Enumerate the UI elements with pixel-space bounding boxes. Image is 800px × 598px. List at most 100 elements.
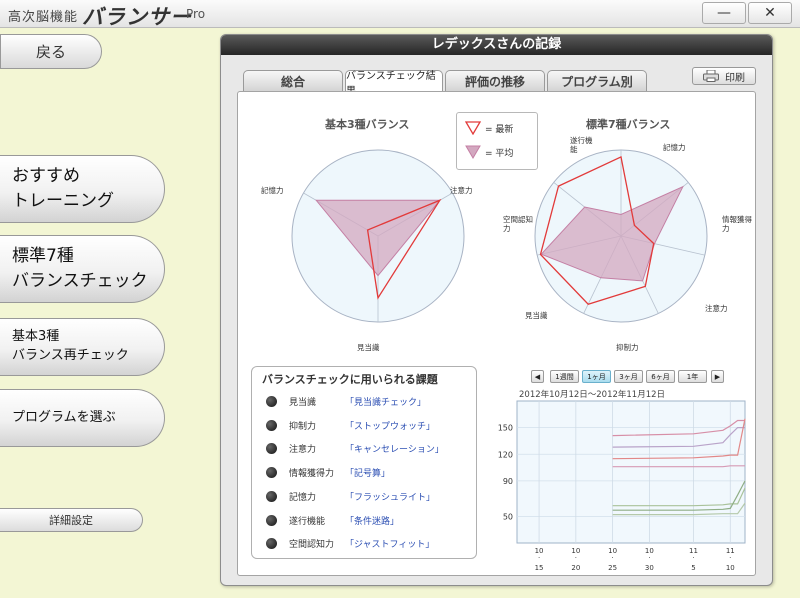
trend-line-chart: 1501209050 10·1510·2010·2510·3011·511·10 (498, 400, 746, 572)
print-label: 印刷 (725, 72, 745, 84)
task-status-icon (266, 419, 277, 431)
standard7-axis-label: 注意力 (705, 304, 728, 313)
record-panel: レデックスさんの記録 総合 バランスチェック結果 評価の推移 プログラム別 印刷… (220, 34, 773, 586)
task-status-icon (266, 490, 277, 502)
task-game-link[interactable]: 「キャンセレーション」 (345, 442, 444, 455)
minimize-button[interactable]: — (702, 2, 746, 24)
standard7-axis-label: 遂行機能 (570, 136, 593, 155)
tab-evaluation-trend[interactable]: 評価の推移 (445, 70, 545, 91)
basic3-radar-chart (291, 149, 465, 323)
range-prev-button[interactable]: ◀ (531, 370, 544, 383)
task-name: 見当識 (289, 397, 317, 408)
nav-item-label: プログラムを選ぶ (12, 409, 116, 425)
tab-bar: 総合 バランスチェック結果 評価の推移 プログラム別 (243, 70, 647, 97)
detail-settings-button[interactable]: 詳細設定 (0, 508, 143, 532)
task-game-link[interactable]: 「見当識チェック」 (345, 395, 426, 408)
task-game-link[interactable]: 「フラッシュライト」 (345, 490, 435, 503)
legend-latest: = 最新 (465, 121, 513, 135)
tasks-title: バランスチェックに用いられる課題 (262, 373, 438, 386)
x-tick-dot: · (692, 554, 694, 562)
app-brand: バランサー (82, 5, 192, 29)
standard7-axis-label: 抑制力 (616, 343, 639, 352)
radar-legend: = 最新 = 平均 (456, 112, 538, 170)
x-tick-day: 5 (691, 564, 695, 572)
basic3-chart-title: 基本3種バランス (325, 118, 410, 131)
task-name: 空間認知力 (289, 539, 335, 550)
nav-item-label: 基本3種 バランス再チェック (12, 329, 129, 363)
y-tick-label: 120 (498, 450, 513, 459)
range-button-6months[interactable]: 6ヶ月 (646, 370, 675, 383)
task-status-icon (266, 537, 277, 549)
nav-basic-3-balance-recheck[interactable]: 基本3種 バランス再チェック (0, 318, 165, 376)
standard7-axis-label: 記憶力 (663, 143, 686, 152)
standard7-radar-chart (534, 149, 708, 323)
x-tick-dot: · (538, 554, 540, 562)
range-button-3months[interactable]: 3ヶ月 (614, 370, 643, 383)
x-tick-dot: · (611, 554, 613, 562)
nav-choose-program[interactable]: プログラムを選ぶ (0, 389, 165, 447)
task-status-icon (266, 442, 277, 454)
tasks-box: バランスチェックに用いられる課題 見当識 「見当識チェック」 抑制力 「ストップウォ… (251, 366, 477, 559)
standard7-chart-title: 標準7種バランス (586, 118, 671, 131)
task-game-link[interactable]: 「ストップウォッチ」 (345, 419, 435, 432)
close-button[interactable]: ✕ (748, 2, 792, 24)
task-row: 情報獲得力 「記号算」 (266, 465, 390, 479)
title-bar: 高次脳機能 バランサー Pro — ✕ (0, 0, 800, 29)
range-next-button[interactable]: ▶ (711, 370, 724, 383)
nav-recommended-training[interactable]: おすすめ トレーニング (0, 155, 165, 223)
task-row: 空間認知力 「ジャストフィット」 (266, 536, 434, 550)
x-tick-dot: · (575, 554, 577, 562)
printer-icon (703, 70, 719, 82)
plot-area (516, 400, 746, 544)
task-status-icon (266, 514, 277, 526)
basic3-axis-label: 見当識 (357, 343, 380, 352)
tab-summary[interactable]: 総合 (243, 70, 343, 91)
task-name: 抑制力 (289, 421, 317, 432)
app-title: 高次脳機能 (8, 10, 79, 25)
tab-balance-check-results[interactable]: バランスチェック結果 (345, 70, 443, 97)
task-row: 見当識 「見当識チェック」 (266, 394, 426, 408)
x-tick-day: 30 (645, 564, 654, 572)
x-tick-day: 10 (726, 564, 735, 572)
panel-title: レデックスさんの記録 (221, 35, 772, 55)
y-tick-label: 90 (503, 477, 513, 486)
standard7-axis-label: 見当識 (525, 311, 548, 320)
range-button-1week[interactable]: 1週間 (550, 370, 579, 383)
task-row: 記憶力 「フラッシュライト」 (266, 489, 435, 503)
print-button[interactable]: 印刷 (692, 67, 756, 85)
task-status-icon (266, 466, 277, 478)
y-tick-label: 150 (498, 424, 513, 433)
task-game-link[interactable]: 「記号算」 (345, 466, 390, 479)
task-game-link[interactable]: 「条件迷路」 (345, 514, 399, 527)
x-tick-dot: · (729, 554, 731, 562)
legend-latest-label: = 最新 (485, 124, 514, 135)
results-content: 基本3種バランス 注意力 見当識 記憶力 = 最新 = 平均 標準7種バランス (237, 91, 756, 576)
range-button-1year[interactable]: 1年 (678, 370, 707, 383)
range-button-1month[interactable]: 1ヶ月 (582, 370, 611, 383)
back-button[interactable]: 戻る (0, 34, 102, 69)
legend-average-label: = 平均 (485, 148, 514, 159)
nav-item-label: 標準7種 バランスチェック (12, 246, 148, 291)
basic3-axis-label: 記憶力 (261, 186, 284, 195)
task-name: 注意力 (289, 444, 317, 455)
task-row: 遂行機能 「条件迷路」 (266, 513, 399, 527)
task-name: 情報獲得力 (289, 468, 335, 479)
y-tick-label: 50 (503, 512, 513, 521)
task-game-link[interactable]: 「ジャストフィット」 (345, 537, 434, 550)
x-tick-day: 20 (571, 564, 580, 572)
nav-standard-7-balance-check[interactable]: 標準7種 バランスチェック (0, 235, 165, 303)
average-triangle-icon (465, 145, 481, 159)
standard7-axis-label: 情報獲得力 (722, 215, 752, 234)
latest-triangle-icon (465, 121, 481, 135)
standard7-axis-label: 空間認知力 (503, 215, 533, 234)
x-tick-dot: · (648, 554, 650, 562)
legend-average: = 平均 (465, 145, 513, 159)
x-tick-day: 15 (535, 564, 544, 572)
task-row: 注意力 「キャンセレーション」 (266, 441, 444, 455)
x-tick-day: 25 (608, 564, 617, 572)
nav-item-label: おすすめ トレーニング (12, 166, 114, 211)
app-edition: Pro (186, 7, 206, 21)
tab-by-program[interactable]: プログラム別 (547, 70, 647, 91)
task-status-icon (266, 395, 277, 407)
task-name: 遂行機能 (289, 516, 326, 527)
